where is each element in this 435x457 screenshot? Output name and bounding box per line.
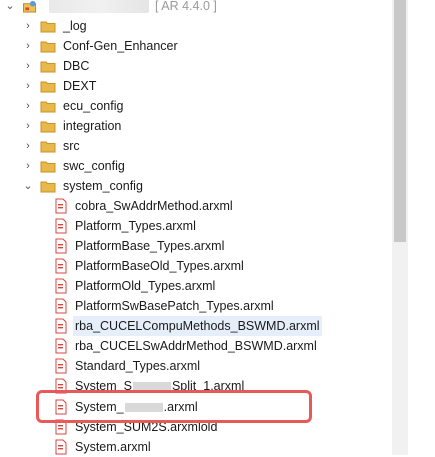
file-row[interactable]: PlatformBaseOld_Types.arxml: [54, 256, 246, 276]
chevron-down-icon[interactable]: ⌄: [4, 0, 16, 12]
chevron-down-icon[interactable]: ⌄: [22, 180, 34, 192]
file-row[interactable]: PlatformOld_Types.arxml: [54, 276, 217, 296]
folder-label: Conf-Gen_Enhancer: [63, 39, 178, 53]
ar-version-badge: [ AR 4.4.0 ]: [155, 0, 217, 13]
arxml-file-icon: [55, 439, 67, 455]
arxml-file-icon: [55, 278, 67, 294]
folder-icon: [40, 61, 56, 72]
arxml-file-icon: [55, 318, 67, 334]
folder-icon: [40, 101, 56, 112]
file-row[interactable]: Platform_Types.arxml: [54, 216, 198, 236]
folder-label: src: [63, 139, 80, 153]
file-label: rba_CUCELSwAddrMethod_BSWMD.arxml: [75, 339, 317, 353]
folder-label: DEXT: [63, 79, 97, 93]
highlight-annotation: [36, 390, 312, 423]
arxml-file-icon: [55, 298, 67, 314]
vertical-scrollbar-thumb[interactable]: [394, 0, 406, 242]
file-row-selected[interactable]: rba_CUCELCompuMethods_BSWMD.arxml: [54, 316, 322, 336]
folder-icon: [40, 21, 56, 32]
chevron-right-icon[interactable]: ›: [22, 60, 34, 72]
folder-row[interactable]: › DEXT: [22, 76, 98, 96]
chevron-right-icon[interactable]: ›: [22, 140, 34, 152]
file-label: Platform_Types.arxml: [75, 219, 196, 233]
redacted-project-name: [49, 0, 149, 13]
arxml-file-icon: [55, 198, 67, 214]
file-label: Standard_Types.arxml: [75, 359, 201, 373]
chevron-right-icon[interactable]: ›: [22, 40, 34, 52]
chevron-right-icon[interactable]: ›: [22, 100, 34, 112]
project-icon: [23, 0, 37, 13]
file-label: cobra_SwAddrMethod.arxml: [75, 199, 233, 213]
chevron-right-icon[interactable]: ›: [22, 20, 34, 32]
file-row[interactable]: System.arxml: [54, 437, 153, 457]
file-row[interactable]: PlatformBase_Types.arxml: [54, 236, 226, 256]
file-row[interactable]: cobra_SwAddrMethod.arxml: [54, 196, 235, 216]
arxml-file-icon: [55, 218, 67, 234]
folder-icon: [40, 121, 56, 132]
chevron-right-icon[interactable]: ›: [22, 160, 34, 172]
folder-row[interactable]: › ecu_config: [22, 96, 125, 116]
folder-icon: [40, 161, 56, 172]
file-row[interactable]: Standard_Types.arxml: [54, 356, 202, 376]
folder-icon: [40, 41, 56, 52]
arxml-file-icon: [55, 338, 67, 354]
file-row[interactable]: rba_CUCELSwAddrMethod_BSWMD.arxml: [54, 336, 319, 356]
folder-row[interactable]: › DBC: [22, 56, 91, 76]
folder-row[interactable]: › Conf-Gen_Enhancer: [22, 36, 180, 56]
folder-label: _log: [63, 19, 87, 33]
folder-row[interactable]: › src: [22, 136, 82, 156]
file-label: rba_CUCELCompuMethods_BSWMD.arxml: [73, 316, 322, 336]
right-margin: [408, 0, 435, 455]
arxml-file-icon: [55, 358, 67, 374]
chevron-right-icon[interactable]: ›: [22, 80, 34, 92]
project-root-row[interactable]: ⌄ [ AR 4.4.0 ]: [4, 0, 217, 16]
file-label: PlatformSwBasePatch_Types.arxml: [75, 299, 274, 313]
folder-label: DBC: [63, 59, 90, 73]
file-row[interactable]: PlatformSwBasePatch_Types.arxml: [54, 296, 276, 316]
folder-row[interactable]: › swc_config: [22, 156, 127, 176]
folder-label: system_config: [63, 179, 143, 193]
folder-label: ecu_config: [63, 99, 124, 113]
project-explorer-tree: ⌄ [ AR 4.4.0 ] › _log › Conf-Gen_Enhance…: [0, 0, 435, 455]
folder-label: swc_config: [63, 159, 125, 173]
chevron-right-icon[interactable]: ›: [22, 120, 34, 132]
folder-icon: [40, 141, 56, 152]
folder-row[interactable]: › _log: [22, 16, 89, 36]
file-label: System.arxml: [75, 440, 151, 454]
folder-row-expanded[interactable]: ⌄ system_config: [22, 176, 145, 196]
folder-label: integration: [63, 119, 122, 133]
file-label: PlatformBaseOld_Types.arxml: [75, 259, 244, 273]
folder-row[interactable]: › integration: [22, 116, 123, 136]
folder-open-icon: [40, 181, 56, 192]
file-label: PlatformOld_Types.arxml: [75, 279, 216, 293]
arxml-file-icon: [55, 258, 67, 274]
folder-icon: [40, 81, 56, 92]
file-label: PlatformBase_Types.arxml: [75, 239, 225, 253]
arxml-file-icon: [55, 238, 67, 254]
